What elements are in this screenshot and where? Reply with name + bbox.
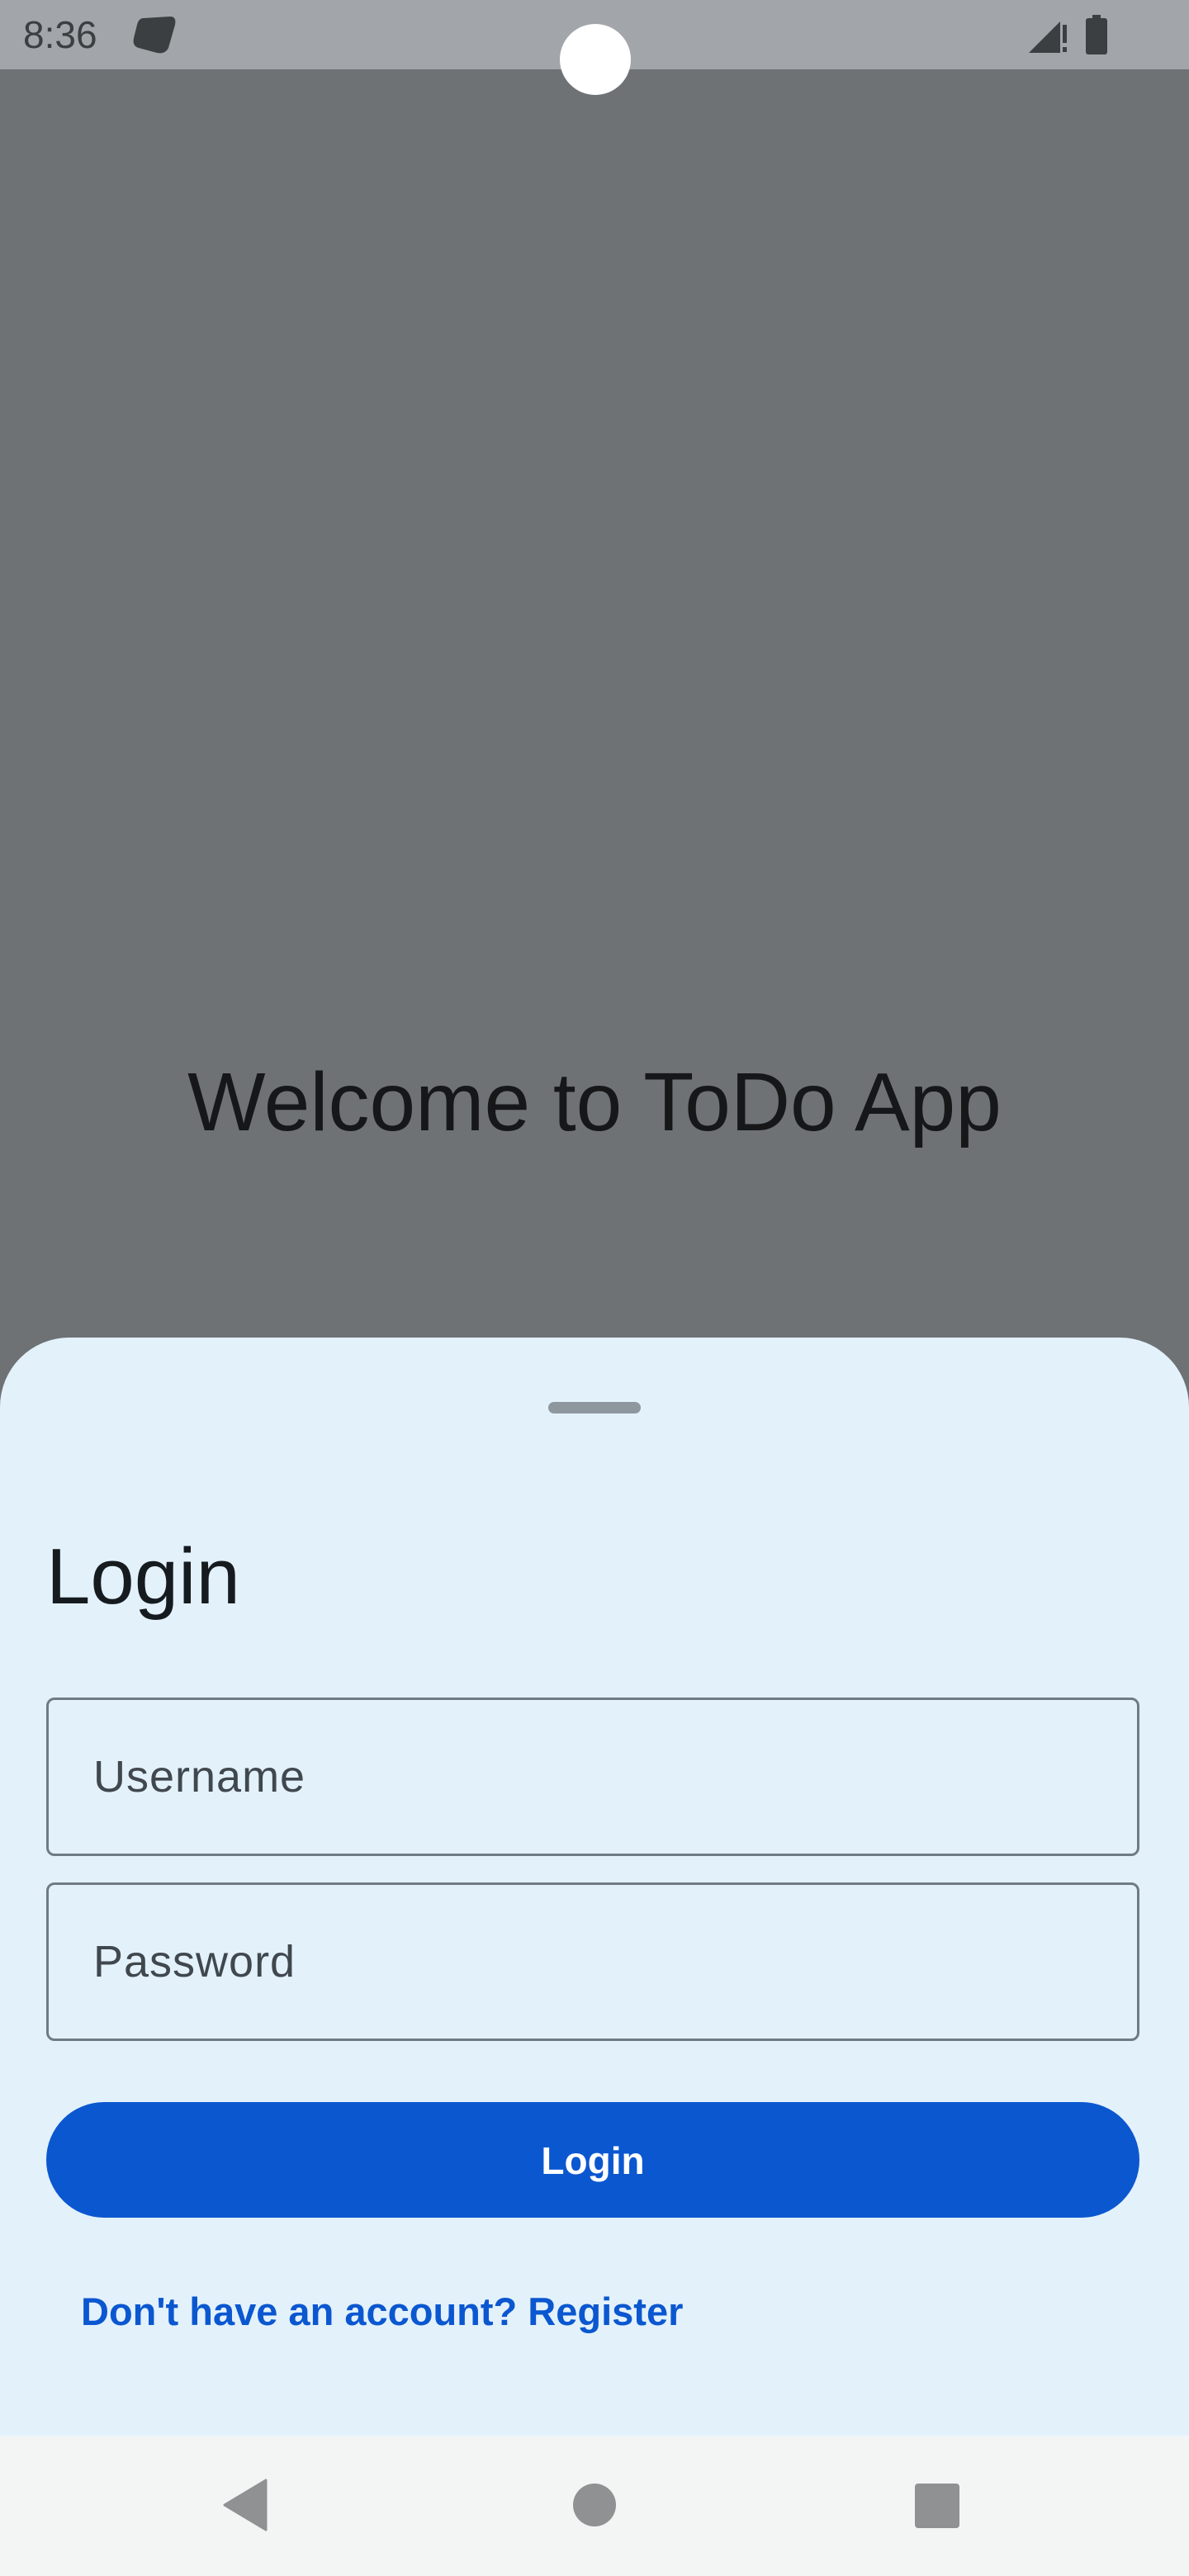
drag-handle[interactable]: [548, 1402, 641, 1413]
login-bottom-sheet: Login Login Don't have an account? Regis…: [0, 1338, 1189, 2436]
username-field[interactable]: [46, 1698, 1139, 1856]
camera-cutout: [560, 24, 631, 95]
register-link[interactable]: Don't have an account? Register: [81, 2287, 683, 2337]
recents-icon[interactable]: [915, 2484, 959, 2528]
home-icon[interactable]: [573, 2484, 616, 2526]
login-button[interactable]: Login: [46, 2102, 1139, 2218]
username-input[interactable]: [49, 1700, 1137, 1854]
password-field[interactable]: [46, 1882, 1139, 2041]
app-notification-icon: [133, 17, 176, 54]
navigation-bar: [0, 2436, 1189, 2576]
login-title: Login: [46, 1532, 240, 1621]
welcome-title: Welcome to ToDo App: [187, 1056, 1002, 1148]
login-screen: 8:36 Welcome to ToDo App Login Login Don…: [0, 0, 1189, 2576]
status-time: 8:36: [23, 13, 97, 56]
battery-icon: [1086, 15, 1107, 54]
back-icon[interactable]: [223, 2479, 269, 2531]
password-input[interactable]: [49, 1885, 1137, 2039]
status-bar: 8:36: [0, 0, 1189, 95]
signal-icon: [1029, 21, 1067, 53]
